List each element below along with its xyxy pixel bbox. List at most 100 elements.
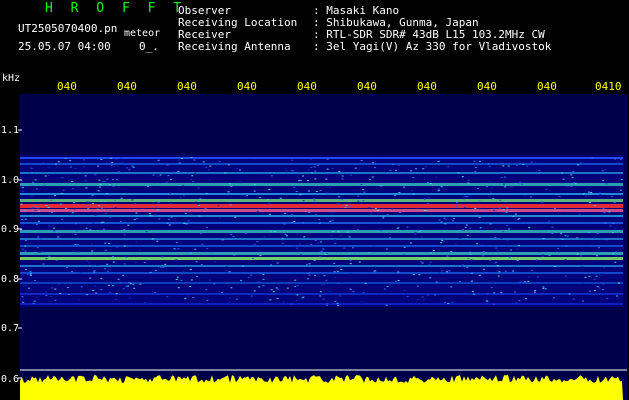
noise-speck xyxy=(71,212,74,214)
noise-speck xyxy=(168,224,171,226)
noise-speck xyxy=(479,227,482,229)
noise-speck xyxy=(170,203,172,205)
noise-speck xyxy=(295,191,298,192)
noise-speck xyxy=(283,223,286,225)
noise-speck xyxy=(299,243,302,245)
noise-speck xyxy=(22,301,25,303)
noise-speck xyxy=(600,275,603,277)
noise-speck xyxy=(98,205,101,207)
noise-speck xyxy=(111,162,114,163)
noise-speck xyxy=(380,185,383,187)
noise-speck xyxy=(558,196,561,198)
noise-speck xyxy=(187,220,190,222)
noise-speck xyxy=(444,223,447,225)
noise-speck xyxy=(581,266,584,267)
noise-speck xyxy=(286,287,289,289)
noise-speck xyxy=(97,190,100,192)
noise-speck xyxy=(382,216,385,218)
x-tick-6: 040 xyxy=(357,80,377,93)
spectral-line xyxy=(20,163,623,165)
noise-speck xyxy=(159,266,162,268)
noise-speck xyxy=(309,158,312,160)
noise-speck xyxy=(495,247,498,249)
noise-speck xyxy=(361,300,364,302)
noise-speck xyxy=(502,165,505,167)
noise-speck xyxy=(294,279,297,281)
noise-speck xyxy=(464,226,467,228)
noise-speck xyxy=(524,281,527,283)
noise-speck xyxy=(349,174,352,176)
noise-speck xyxy=(313,198,316,200)
noise-speck xyxy=(259,197,262,199)
noise-speck xyxy=(180,279,183,281)
spectral-line xyxy=(20,282,623,284)
noise-speck xyxy=(151,238,154,240)
noise-speck xyxy=(330,234,333,236)
noise-speck xyxy=(379,230,382,232)
noise-speck xyxy=(589,192,592,194)
noise-speck xyxy=(333,262,336,264)
noise-speck xyxy=(165,181,168,183)
noise-speck xyxy=(75,223,77,225)
noise-speck xyxy=(232,236,235,238)
noise-speck xyxy=(101,207,103,209)
noise-speck xyxy=(373,245,375,247)
noise-speck xyxy=(338,196,341,198)
noise-speck xyxy=(100,200,103,202)
x-tick-5: 040 xyxy=(297,80,317,93)
noise-speck xyxy=(528,227,531,228)
noise-speck xyxy=(428,263,431,265)
noise-speck xyxy=(191,175,194,177)
noise-speck xyxy=(291,159,294,161)
noise-speck xyxy=(432,250,435,251)
noise-speck xyxy=(585,195,587,197)
noise-speck xyxy=(580,255,583,257)
y-tick-1-0: 1.0 xyxy=(1,175,20,186)
noise-speck xyxy=(590,192,593,193)
noise-speck xyxy=(343,247,346,249)
noise-speck xyxy=(170,216,173,218)
y-tick-0-7: 0.7 xyxy=(1,323,20,334)
noise-speck xyxy=(149,271,152,273)
noise-speck xyxy=(604,222,607,224)
noise-speck xyxy=(157,175,159,177)
noise-speck xyxy=(536,276,539,278)
noise-speck xyxy=(442,187,444,189)
noise-speck xyxy=(403,246,406,248)
noise-speck xyxy=(106,185,109,187)
noise-speck xyxy=(496,250,499,252)
noise-speck xyxy=(443,217,446,219)
noise-speck xyxy=(110,164,113,166)
noise-speck xyxy=(364,282,367,284)
noise-speck xyxy=(45,258,48,260)
noise-speck xyxy=(423,209,426,211)
noise-speck xyxy=(394,194,397,196)
noise-speck xyxy=(47,166,50,168)
noise-speck xyxy=(115,293,118,295)
noise-speck xyxy=(542,286,545,288)
noise-speck xyxy=(240,279,243,281)
noise-speck xyxy=(77,251,80,253)
noise-speck xyxy=(21,219,24,220)
noise-speck xyxy=(258,286,261,288)
noise-speck xyxy=(129,297,132,299)
noise-speck xyxy=(374,208,377,210)
noise-speck xyxy=(227,191,230,193)
noise-speck xyxy=(292,170,295,172)
noise-speck xyxy=(115,246,118,248)
noise-speck xyxy=(369,178,372,180)
noise-speck xyxy=(444,219,447,220)
noise-speck xyxy=(44,175,47,177)
noise-speck xyxy=(282,301,285,303)
noise-speck xyxy=(530,196,532,198)
noise-speck xyxy=(262,285,265,287)
noise-speck xyxy=(595,275,598,277)
noise-speck xyxy=(193,283,196,285)
noise-speck xyxy=(131,165,134,167)
noise-speck xyxy=(480,230,483,231)
noise-speck xyxy=(35,188,38,190)
noise-speck xyxy=(314,274,316,276)
noise-speck xyxy=(24,210,27,212)
noise-speck xyxy=(325,178,328,180)
noise-speck xyxy=(256,210,259,212)
